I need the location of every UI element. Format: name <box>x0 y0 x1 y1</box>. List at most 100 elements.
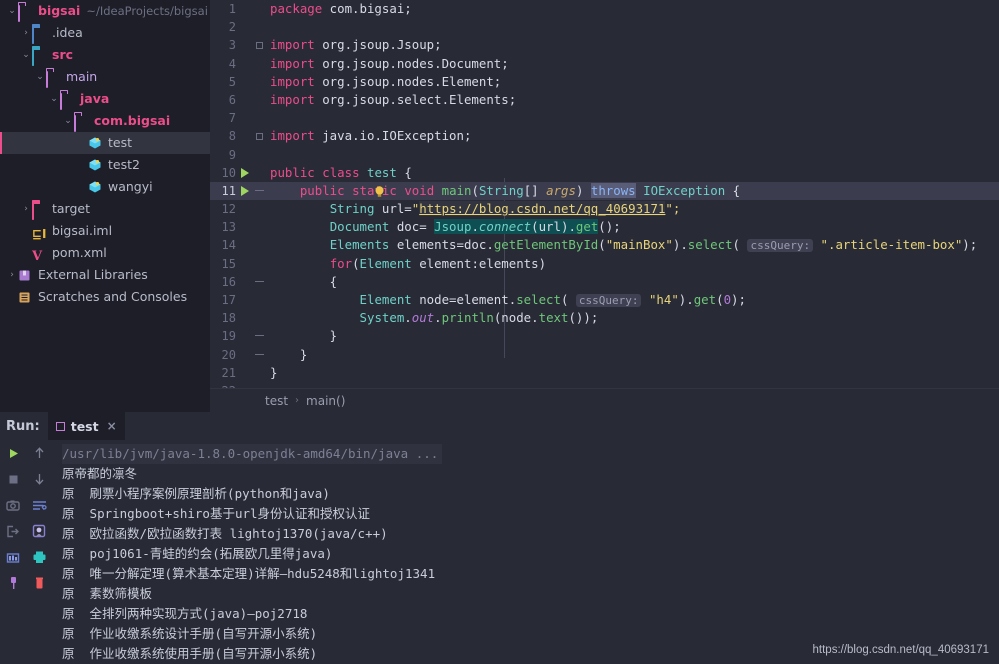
code-line[interactable]: 3 import org.jsoup.Jsoup; <box>210 36 999 54</box>
line-number: 8 <box>228 129 236 144</box>
console-line: 原 Springboot+shiro基于url身份认证和授权认证 <box>62 504 999 524</box>
breadcrumb-method[interactable]: main() <box>306 394 345 408</box>
print-icon[interactable] <box>26 544 52 570</box>
code-line-text: String url="https://blog.csdn.net/qq_406… <box>329 201 681 217</box>
chevron-down-icon[interactable]: ⌄ <box>48 88 60 110</box>
chevron-down-icon[interactable]: ⌄ <box>20 44 32 66</box>
code-line[interactable]: 10 public class test { <box>210 164 999 182</box>
code-line[interactable]: 5 import org.jsoup.nodes.Element; <box>210 73 999 91</box>
code-line[interactable]: 20 } <box>210 346 999 364</box>
console-line-text: 原 作业收缴系统使用手册(自写开源小系统) <box>62 646 318 661</box>
stop-icon[interactable] <box>0 466 26 492</box>
code-line[interactable]: 12 String url="https://blog.csdn.net/qq_… <box>210 200 999 218</box>
chevron-right-icon[interactable]: › <box>6 264 18 286</box>
console-line-text: 原 唯一分解定理(算术基本定理)详解—hdu5248和lightoj1341 <box>62 566 436 581</box>
tree-item-bigsai[interactable]: ⌄ bigsai ~/IdeaProjects/bigsai <box>0 0 210 22</box>
chevron-down-icon[interactable]: ⌄ <box>34 66 46 88</box>
line-number: 15 <box>221 256 236 271</box>
code-line[interactable]: 18 System.out.println(node.text()); <box>210 309 999 327</box>
run-toolbar-col-left[interactable] <box>0 440 26 596</box>
tree-item-label: main <box>66 69 98 84</box>
scroll-down-icon[interactable] <box>26 466 52 492</box>
tree-item-bigsai-iml[interactable]: ⊑I bigsai.iml <box>0 220 210 242</box>
code-line[interactable]: 8 import java.io.IOException; <box>210 127 999 145</box>
code-fold-icon[interactable] <box>255 189 264 191</box>
project-tree-panel[interactable]: ⌄ bigsai ~/IdeaProjects/bigsai › .idea ⌄ src ⌄ m… <box>0 0 210 412</box>
watermark: https://blog.csdn.net/qq_40693171 <box>812 644 989 656</box>
code-line-text: public class test { <box>270 164 412 180</box>
tree-item-path: ~/IdeaProjects/bigsai <box>86 4 208 18</box>
code-line[interactable]: 4 import org.jsoup.nodes.Document; <box>210 55 999 73</box>
tree-item-java[interactable]: ⌄ java <box>0 88 210 110</box>
iml-file-icon: ⊑I <box>32 227 47 241</box>
pin-icon[interactable] <box>0 570 26 596</box>
code-line-text: Elements elements=doc.getElementById("ma… <box>329 237 978 253</box>
tree-item-wangyi[interactable]: wangyi <box>0 176 210 198</box>
tree-item-external-libraries[interactable]: › External Libraries <box>0 264 210 286</box>
breadcrumb-separator-icon: › <box>295 395 300 406</box>
console-line-text: 原 Springboot+shiro基于url身份认证和授权认证 <box>62 506 371 521</box>
code-line[interactable]: 21} <box>210 364 999 382</box>
code-fold-icon[interactable] <box>256 133 263 141</box>
run-gutter-icon[interactable] <box>241 167 249 178</box>
console-line-text: /usr/lib/jvm/java-1.8.0-openjdk-amd64/bi… <box>62 444 443 464</box>
chevron-right-icon[interactable]: › <box>20 22 32 44</box>
chevron-right-icon[interactable]: › <box>20 198 32 220</box>
console-line-text: 原 poj1061-青蛙的约会(拓展欧几里得java) <box>62 546 333 561</box>
scroll-up-icon[interactable] <box>26 440 52 466</box>
code-line[interactable]: 2 <box>210 18 999 36</box>
run-gutter-icon[interactable] <box>241 185 249 196</box>
code-line[interactable]: 19 } <box>210 327 999 345</box>
code-line[interactable]: 9 <box>210 146 999 164</box>
tree-item-pom-xml[interactable]: Vpom.xml <box>0 242 210 264</box>
tree-item-src[interactable]: ⌄ src <box>0 44 210 66</box>
console-line: 原 作业收缴系统设计手册(自写开源小系统) <box>62 624 999 644</box>
camera-icon[interactable] <box>0 492 26 518</box>
chevron-down-icon[interactable]: ⌄ <box>6 0 18 22</box>
clear-all-icon[interactable] <box>26 570 52 596</box>
code-line[interactable]: 14 Elements elements=doc.getElementById(… <box>210 236 999 254</box>
code-line[interactable]: 17 Element node=element.select( cssQuery… <box>210 291 999 309</box>
run-toolbar-col-right[interactable] <box>26 440 52 596</box>
chevron-down-icon[interactable]: ⌄ <box>62 110 74 132</box>
code-line[interactable]: 7 <box>210 109 999 127</box>
close-icon[interactable]: × <box>107 419 117 433</box>
scroll-to-end-icon[interactable] <box>26 518 52 544</box>
chart-icon[interactable] <box>0 544 26 570</box>
code-line-text: System.out.println(node.text()); <box>359 310 599 326</box>
tree-item-scratches-and-consoles[interactable]: Scratches and Consoles <box>0 286 210 308</box>
breadcrumb[interactable]: test › main() <box>210 388 999 412</box>
rerun-icon[interactable] <box>0 440 26 466</box>
tree-item-label: target <box>52 201 91 216</box>
code-line[interactable]: 13 Document doc= Jsoup.connect(url).get(… <box>210 218 999 236</box>
console-output[interactable]: /usr/lib/jvm/java-1.8.0-openjdk-amd64/bi… <box>52 440 999 664</box>
code-line[interactable]: 15 for(Element element:elements) <box>210 255 999 273</box>
console-line: 原 刷票小程序案例原理剖析(python和java) <box>62 484 999 504</box>
code-line[interactable]: 1 package com.bigsai; <box>210 0 999 18</box>
code-line[interactable]: 16 { <box>210 273 999 291</box>
maven-file-icon: V <box>32 249 43 264</box>
tree-item-com-bigsai[interactable]: ⌄ com.bigsai <box>0 110 210 132</box>
code-editor[interactable]: 1 package com.bigsai; 2 3 import org.jsoup.J… <box>210 0 999 398</box>
code-lines-container[interactable]: 1 package com.bigsai; 2 3 import org.jsoup.J… <box>210 0 999 398</box>
code-line[interactable]: 11 public sta tic void main(String[] args… <box>210 181 999 201</box>
code-fold-icon[interactable] <box>255 280 264 282</box>
tree-item--idea[interactable]: › .idea <box>0 22 210 44</box>
line-number: 2 <box>228 20 236 35</box>
code-fold-icon[interactable] <box>256 42 263 50</box>
code-fold-icon[interactable] <box>255 335 264 337</box>
code-fold-icon[interactable] <box>255 353 264 355</box>
code-line-text: import java.io.IOException; <box>270 128 472 144</box>
tree-item-target[interactable]: › target <box>0 198 210 220</box>
code-line[interactable]: 6 import org.jsoup.select.Elements; <box>210 91 999 109</box>
tree-item-main[interactable]: ⌄ main <box>0 66 210 88</box>
code-line-text: import org.jsoup.Jsoup; <box>270 37 442 53</box>
breadcrumb-class[interactable]: test <box>265 394 288 408</box>
export-icon[interactable] <box>0 518 26 544</box>
run-tab-test[interactable]: test × <box>47 412 125 440</box>
tree-item-test[interactable]: test <box>0 132 210 154</box>
tree-item-test2[interactable]: test2 <box>0 154 210 176</box>
soft-wrap-icon[interactable] <box>26 492 52 518</box>
run-toolbar[interactable] <box>0 440 52 664</box>
console-line: 原 素数筛模板 <box>62 584 999 604</box>
